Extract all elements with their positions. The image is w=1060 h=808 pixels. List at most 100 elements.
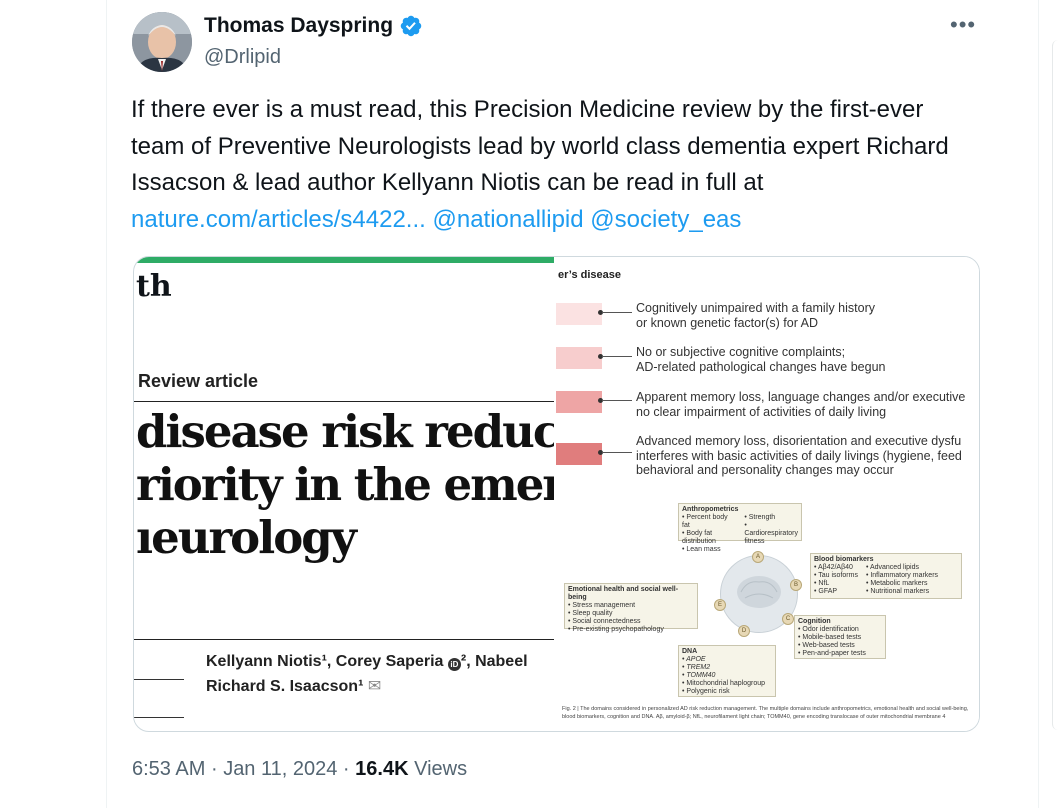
stage-line: No or subjective cognitive complaints; [636, 345, 846, 359]
avatar-portrait-icon [132, 12, 192, 72]
tweet-meta: 6:53 AM · Jan 11, 2024 · 16.4K Views [132, 758, 467, 781]
box-item: • Aβ42/Aβ40 [814, 564, 853, 571]
box-item: • Mobile-based tests [798, 634, 862, 641]
side-panel-edge [1052, 40, 1060, 730]
box-title: Emotional health and social well-being [568, 586, 679, 601]
author-row: Thomas Dayspring [204, 14, 423, 38]
box-item: • Lean mass [682, 546, 721, 553]
box-item: fitness [744, 538, 765, 545]
article-title-line: disease risk reducti [136, 405, 594, 458]
box-item: • Polygenic risk [682, 688, 730, 695]
article-type-label: Review article [138, 371, 259, 391]
meta-separator: · [342, 758, 350, 780]
authors-line-1: Kellyann Niotis¹, Corey Saperia [206, 653, 444, 670]
figure-crop: er’s disease Cognitively unimpaired with… [554, 257, 979, 731]
article-authors: Kellyann Niotis¹, Corey Saperia iD ², Nab… [206, 649, 528, 699]
box-item: • Percent body fat [682, 514, 728, 529]
article-link[interactable]: nature.com/articles/s4422... [131, 206, 426, 233]
box-item: • Body fat distribution [682, 530, 716, 545]
avatar[interactable] [132, 12, 192, 72]
journal-name-fragment: th [136, 269, 172, 304]
title-rule-top [134, 401, 554, 402]
author-rule [134, 717, 184, 718]
stage-connector [602, 312, 632, 313]
box-item: • Strength [744, 514, 776, 521]
figure-heading: er’s disease [558, 269, 621, 281]
box-item: • Sleep quality [568, 610, 613, 617]
article-title: disease risk reducti riority in the emer… [136, 405, 596, 564]
article-title-line: ıeurology [136, 511, 357, 564]
mention-nationallipid[interactable]: @nationallipid [432, 206, 583, 233]
box-item: • Web-based tests [798, 642, 855, 649]
domain-node: D [738, 625, 750, 637]
views-label: Views [414, 758, 468, 780]
blood-biomarkers-box: Blood biomarkers • Aβ42/Aβ40 • Tau isofo… [810, 553, 962, 599]
box-item: • GFAP [814, 588, 838, 595]
stage-connector [602, 452, 632, 453]
stage-description: Cognitively unimpaired with a family his… [636, 301, 875, 330]
stage-color-box [556, 391, 602, 413]
box-item: • Social connectedness [568, 618, 641, 625]
anthropometrics-box: Anthropometrics • Percent body fat • Bod… [678, 503, 802, 553]
box-title: Blood biomarkers [814, 556, 874, 563]
box-item: • Nutritional markers [865, 588, 930, 595]
box-item: • TREM2 [682, 664, 711, 671]
box-item: • NfL [814, 580, 830, 587]
stage-description: Apparent memory loss, language changes a… [636, 390, 965, 419]
tweet-date[interactable]: Jan 11, 2024 [223, 758, 337, 780]
authors-line-2: Richard S. Isaacson¹ [206, 678, 364, 695]
journal-accent-bar [134, 257, 554, 263]
timeline-divider-left [106, 0, 107, 808]
authors-line-1-end: ², Nabeel [460, 653, 528, 670]
stage-connector [602, 400, 632, 401]
stage-line: Apparent memory loss, language changes a… [636, 390, 966, 404]
tweet-text: If there ever is a must read, this Preci… [131, 92, 981, 238]
stage-description: No or subjective cognitive complaints; A… [636, 345, 885, 374]
box-item: • TOMM40 [682, 672, 716, 679]
views-count: 16.4K [355, 758, 409, 780]
stage-description: Advanced memory loss, disorientation and… [636, 434, 962, 478]
meta-separator: · [210, 758, 218, 780]
stage-line: interferes with basic activities of dail… [636, 448, 962, 463]
stage-line: Advanced memory loss, disorientation and… [636, 434, 962, 448]
box-item: • Tau isoforms [814, 572, 858, 579]
box-title: Cognition [798, 618, 831, 625]
email-icon: ✉ [367, 678, 382, 695]
mention-society-eas[interactable]: @society_eas [590, 206, 741, 233]
tweet-body: If there ever is a must read, this Preci… [131, 96, 949, 196]
emotional-health-box: Emotional health and social well-being •… [564, 583, 698, 633]
stage-connector [602, 356, 632, 357]
box-item: • Cardiorespiratory [744, 522, 798, 537]
stage-line: AD-related pathological changes have beg… [636, 359, 886, 374]
box-item: • Stress management [568, 602, 636, 609]
box-item: • APOE [682, 656, 706, 663]
box-title: DNA [682, 648, 698, 655]
title-rule-bottom [134, 639, 554, 640]
box-item: • Metabolic markers [865, 580, 928, 587]
orcid-icon: iD [447, 658, 461, 671]
more-options-icon[interactable]: ••• [950, 12, 976, 38]
stage-color-box [556, 303, 602, 325]
box-item: • Odor identification [798, 626, 859, 633]
author-name[interactable]: Thomas Dayspring [204, 14, 393, 38]
domain-node: E [714, 599, 726, 611]
verified-badge-icon [400, 15, 422, 37]
stage-line: or known genetic factor(s) for AD [636, 315, 819, 330]
box-title: Anthropometrics [682, 506, 739, 513]
article-header-crop: th Review article disease risk reducti r… [134, 257, 596, 731]
tweet-media-image[interactable]: th Review article disease risk reducti r… [133, 256, 980, 732]
figure-caption: Fig. 2 | The domains considered in perso… [562, 706, 969, 720]
domain-node: C [782, 613, 794, 625]
author-rule [134, 679, 184, 680]
stage-line: no clear impairment of activities of dai… [636, 404, 887, 419]
box-item: • Pre-existing psychopathology [568, 626, 664, 633]
author-handle[interactable]: @Drlipid [204, 46, 281, 69]
box-item: • Advanced lipids [865, 564, 919, 571]
timeline-divider-right [1038, 0, 1039, 808]
tweet-time[interactable]: 6:53 AM [132, 758, 205, 780]
domain-node: B [790, 579, 802, 591]
stage-color-box [556, 443, 602, 465]
box-item: • Mitochondrial haplogroup [682, 680, 766, 687]
stage-line: Cognitively unimpaired with a family his… [636, 301, 875, 315]
box-item: • Pen-and-paper tests [798, 650, 866, 657]
